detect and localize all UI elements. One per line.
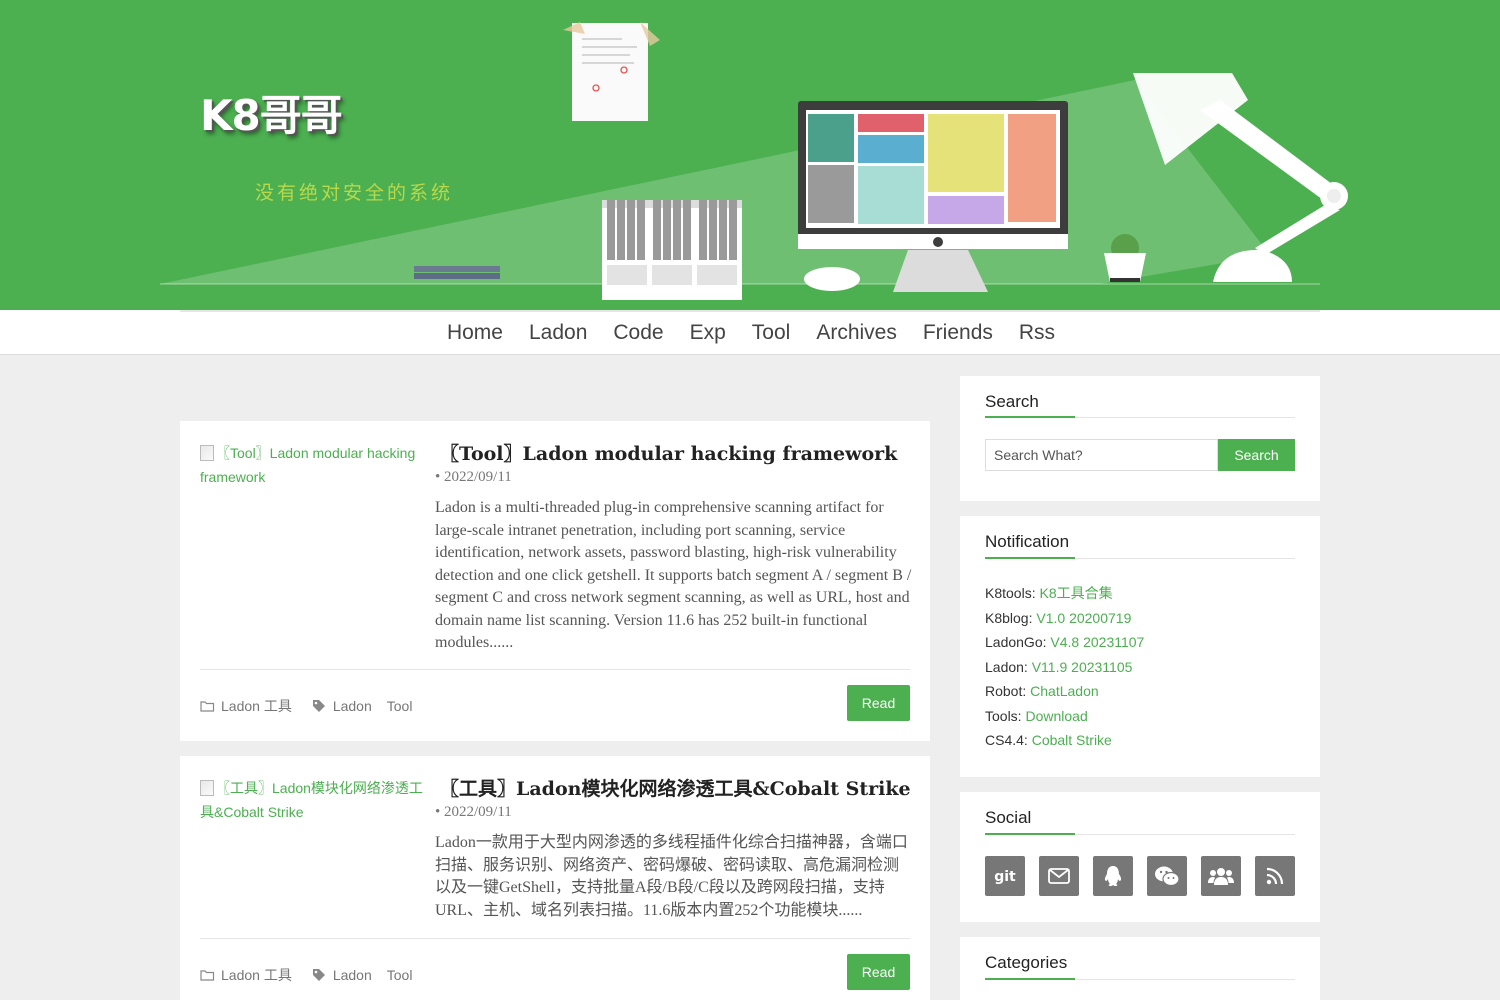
read-more-button[interactable]: Read xyxy=(847,685,910,721)
nav-item-code[interactable]: Code xyxy=(613,310,663,355)
post-meta: Ladon 工具 Ladon Tool xyxy=(200,696,412,716)
post-divider xyxy=(200,938,910,939)
nav-item-tool[interactable]: Tool xyxy=(752,310,791,355)
notice-link[interactable]: Download xyxy=(1025,708,1087,724)
list-item: K8tools: K8工具合集 xyxy=(985,581,1144,606)
post-tag[interactable]: Ladon xyxy=(333,967,372,983)
notice-label: Robot: xyxy=(985,683,1031,699)
post-thumbnail-alt: 〖工具〗Ladon模块化网络渗透工具&Cobalt Strike xyxy=(200,780,423,820)
post-excerpt: Ladon一款用于大型内网渗透的多线程插件化综合扫描神器，含端口扫描、服务识别、… xyxy=(435,834,908,919)
group-icon[interactable] xyxy=(1201,856,1241,896)
notification-widget: Notification K8tools: K8工具合集 K8blog: V1.… xyxy=(960,516,1320,777)
post-excerpt: Ladon is a multi-threaded plug-in compre… xyxy=(435,499,912,651)
nav-item-archives[interactable]: Archives xyxy=(816,310,897,355)
tags-icon xyxy=(312,700,325,712)
widget-divider xyxy=(985,833,1295,835)
post-tag[interactable]: Tool xyxy=(387,967,413,983)
widget-divider xyxy=(985,416,1295,418)
svg-text:git: git xyxy=(994,869,1016,885)
nav-item-rss[interactable]: Rss xyxy=(1019,310,1055,355)
nav-item-exp[interactable]: Exp xyxy=(690,310,726,355)
notice-label: Ladon: xyxy=(985,658,1032,675)
social-links: git xyxy=(985,856,1295,896)
notice-label: CS4.4: xyxy=(985,732,1032,748)
notice-label: K8tools: xyxy=(985,585,1040,601)
widget-divider xyxy=(985,978,1295,980)
social-widget: Social git xyxy=(960,792,1320,922)
post-tag[interactable]: Tool xyxy=(387,698,413,714)
notice-link[interactable]: K8工具合集 xyxy=(1039,585,1112,601)
post-tag[interactable]: Ladon xyxy=(333,698,372,714)
wechat-icon[interactable] xyxy=(1147,856,1187,896)
post-date: • 2022/09/11 xyxy=(435,804,512,820)
list-item: Tools: Download xyxy=(985,704,1144,729)
site-title[interactable]: K8哥哥 xyxy=(200,82,343,143)
banner-illustration xyxy=(160,22,1348,300)
folder-icon xyxy=(200,970,215,981)
notice-link[interactable]: Cobalt Strike xyxy=(1032,732,1112,748)
broken-image-icon xyxy=(200,445,214,461)
widget-title: Categories xyxy=(985,953,1068,972)
notice-label: K8blog: xyxy=(985,609,1037,626)
post-thumbnail-alt: 〖Tool〗Ladon modular hacking framework xyxy=(200,445,416,485)
widget-title: Search xyxy=(985,392,1039,411)
widget-title: Social xyxy=(985,808,1032,827)
nav-item-home[interactable]: Home xyxy=(447,310,503,355)
main-navbar: Home Ladon Code Exp Tool Archives Friend… xyxy=(0,310,1500,355)
broken-image-icon xyxy=(200,780,214,796)
header-banner: K8哥哥 没有绝对安全的系统 xyxy=(0,0,1500,310)
mail-icon[interactable] xyxy=(1039,856,1079,896)
nav-item-ladon[interactable]: Ladon xyxy=(529,310,587,355)
notice-link[interactable]: V4.8 20231107 xyxy=(1050,634,1144,650)
nav-item-friends[interactable]: Friends xyxy=(923,310,993,355)
list-item: CS4.4: Cobalt Strike xyxy=(985,728,1144,753)
search-button[interactable]: Search xyxy=(1218,439,1295,471)
notice-link[interactable]: V1.0 20200719 xyxy=(1036,610,1131,626)
notice-label: LadonGo: xyxy=(985,634,1051,650)
list-item: K8blog: V1.0 20200719 xyxy=(985,606,1144,631)
post-category[interactable]: Ladon 工具 xyxy=(221,965,292,985)
git-icon[interactable]: git xyxy=(985,856,1025,896)
list-item: Ladon: V11.9 20231105 xyxy=(985,655,1144,680)
widget-divider xyxy=(985,557,1295,559)
post-thumbnail[interactable]: 〖工具〗Ladon模块化网络渗透工具&Cobalt Strike xyxy=(200,776,425,824)
post-thumbnail[interactable]: 〖Tool〗Ladon modular hacking framework xyxy=(200,441,425,489)
folder-icon xyxy=(200,701,215,712)
post-meta: Ladon 工具 Ladon Tool xyxy=(200,965,412,985)
search-input[interactable] xyxy=(985,439,1218,471)
search-widget: Search Search xyxy=(960,376,1320,501)
read-more-button[interactable]: Read xyxy=(847,954,910,990)
tags-icon xyxy=(312,969,325,981)
post-title[interactable]: 〖工具〗Ladon模块化网络渗透工具&Cobalt Strike xyxy=(440,774,911,801)
notice-link[interactable]: V11.9 20231105 xyxy=(1032,659,1133,675)
qq-icon[interactable] xyxy=(1093,856,1133,896)
list-item: Robot: ChatLadon xyxy=(985,679,1144,704)
nav-menu: Home Ladon Code Exp Tool Archives Friend… xyxy=(0,310,1500,355)
post-divider xyxy=(200,669,910,670)
notice-link[interactable]: ChatLadon xyxy=(1030,683,1099,699)
widget-title: Notification xyxy=(985,532,1070,551)
categories-widget: Categories xyxy=(960,937,1320,1000)
notice-label: Tools: xyxy=(985,707,1026,724)
post-date: • 2022/09/11 xyxy=(435,469,512,485)
post-card: 〖Tool〗Ladon modular hacking framework 〖T… xyxy=(180,421,930,741)
post-card: 〖工具〗Ladon模块化网络渗透工具&Cobalt Strike 〖工具〗Lad… xyxy=(180,756,930,1000)
list-item: LadonGo: V4.8 20231107 xyxy=(985,630,1144,655)
notification-list: K8tools: K8工具合集 K8blog: V1.0 20200719 La… xyxy=(985,581,1144,753)
post-category[interactable]: Ladon 工具 xyxy=(221,696,292,716)
site-tagline: 没有绝对安全的系统 xyxy=(255,182,454,204)
rss-icon[interactable] xyxy=(1255,856,1295,896)
post-title[interactable]: 〖Tool〗Ladon modular hacking framework xyxy=(440,439,897,466)
